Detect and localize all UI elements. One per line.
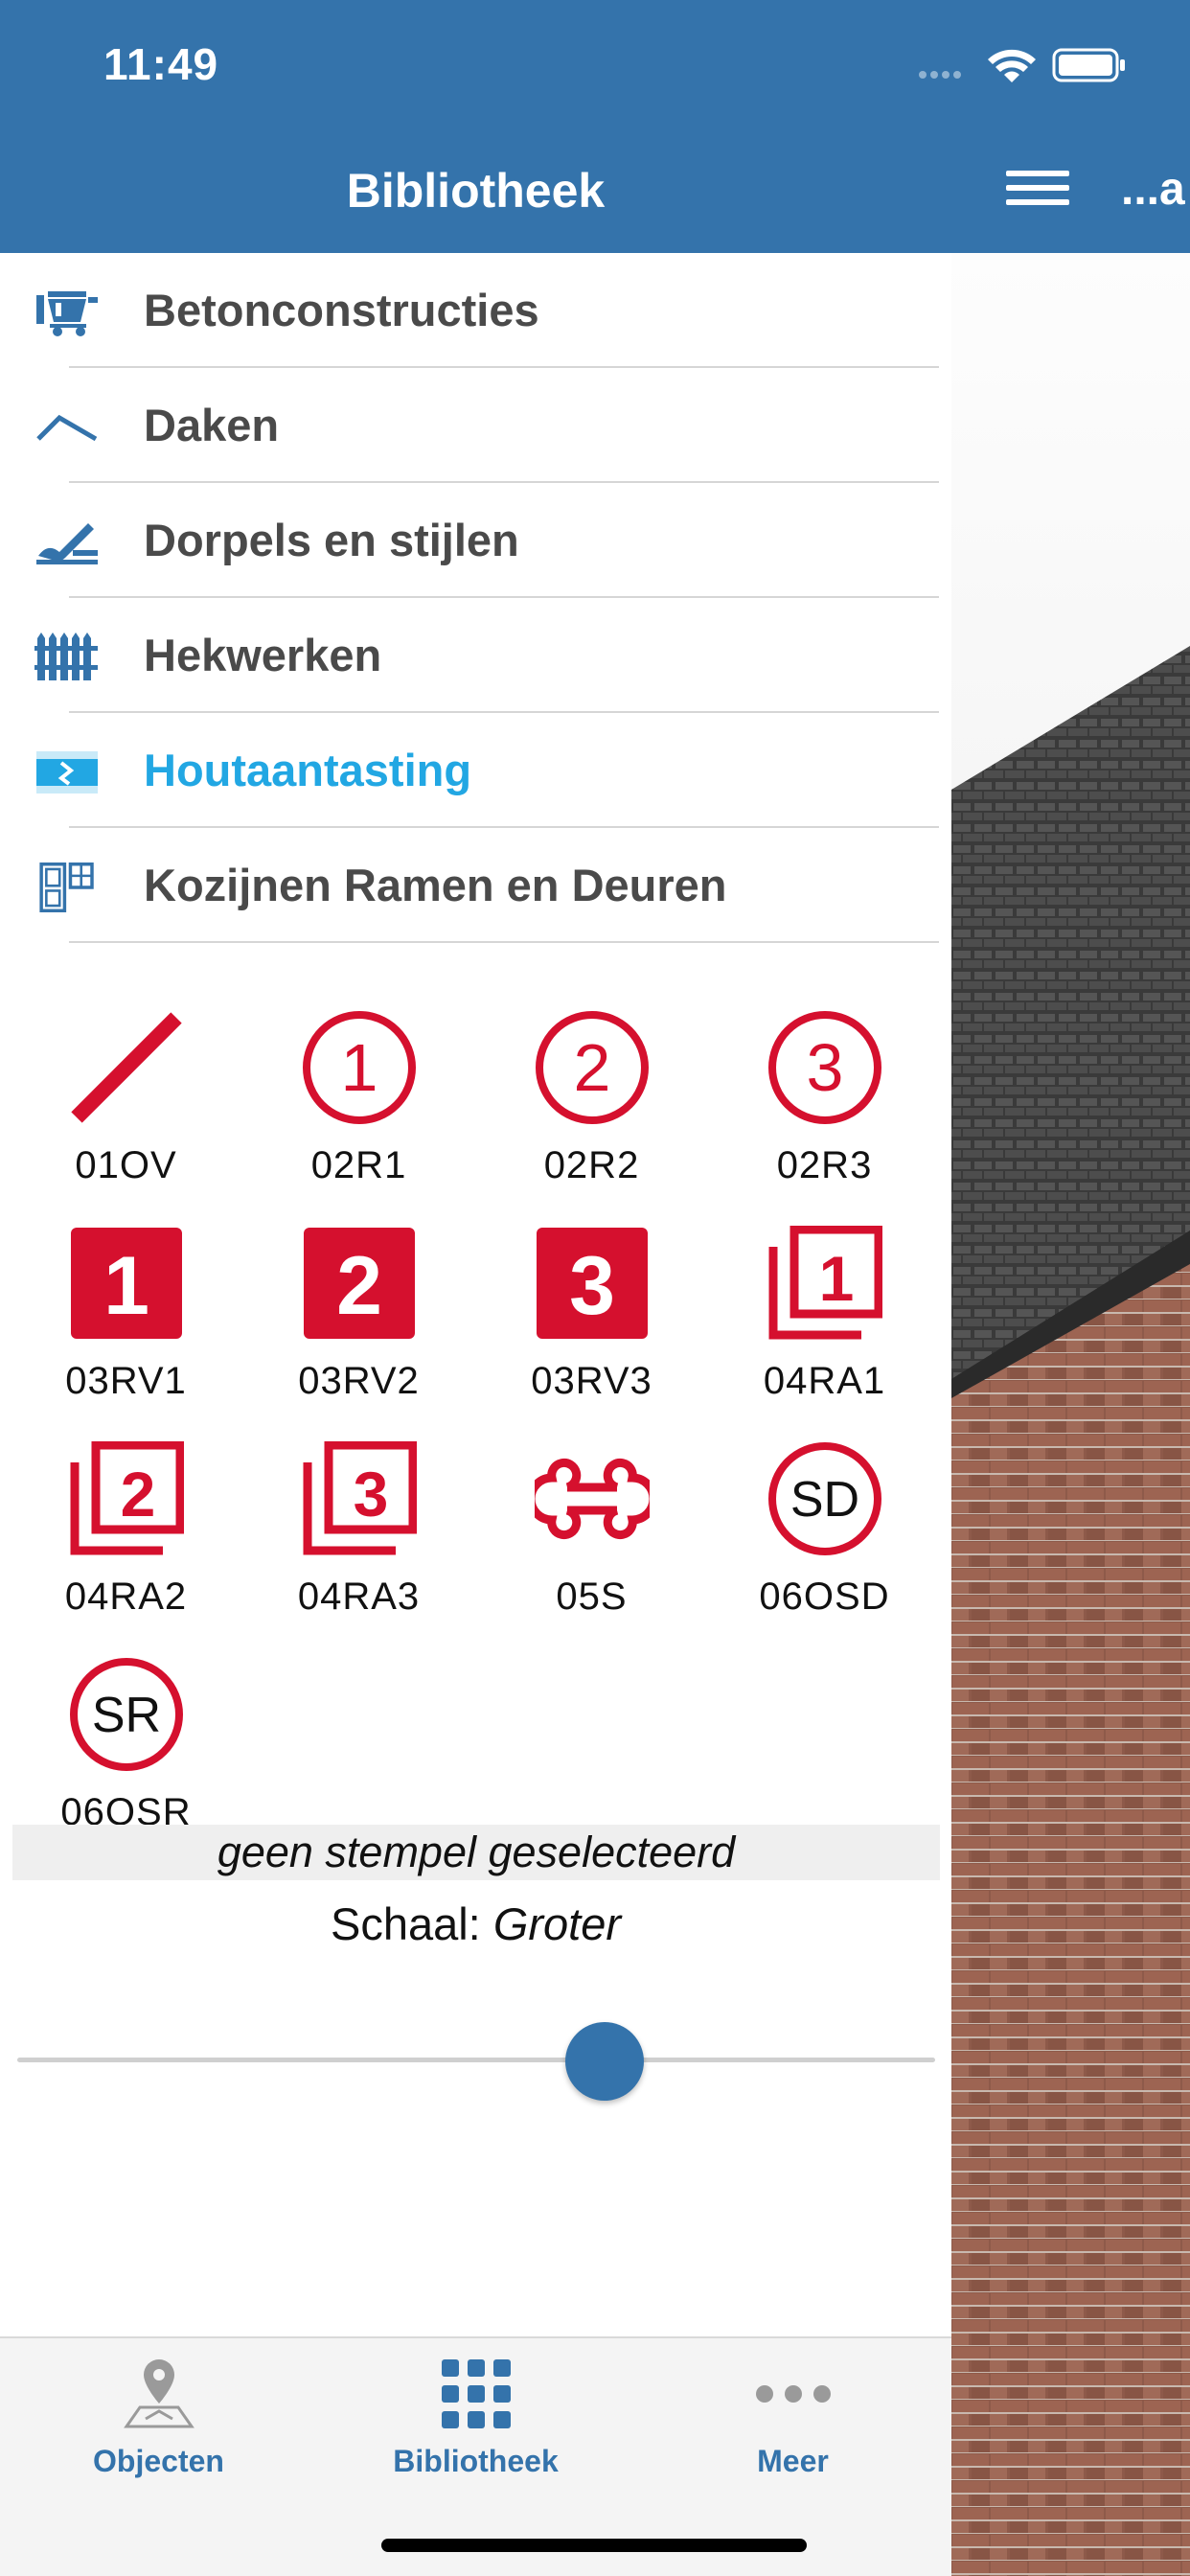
tab-label: Bibliotheek — [393, 2444, 559, 2478]
stamp-code: 04RA2 — [64, 1576, 188, 1618]
tab-label: Objecten — [93, 2444, 224, 2478]
fence-icon — [34, 632, 98, 680]
scale-slider[interactable] — [17, 2022, 935, 2101]
stacked-square-2-icon: 2 — [70, 1441, 184, 1555]
status-icons — [919, 48, 1125, 82]
svg-text:2: 2 — [121, 1459, 156, 1530]
scale-label: Schaal: Groter — [0, 1898, 951, 1950]
category-item-kozijnen[interactable]: Kozijnen Ramen en Deuren — [0, 828, 951, 943]
svg-text:1: 1 — [341, 1030, 378, 1105]
stamp-03RV2[interactable]: 2 03RV2 — [242, 1226, 475, 1441]
stacked-square-1-icon: 1 — [768, 1226, 882, 1340]
hamburger-menu-icon[interactable] — [1006, 171, 1075, 209]
home-indicator — [381, 2539, 807, 2552]
category-item-houtaantasting[interactable]: Houtaantasting — [0, 713, 951, 828]
circle-sr-icon: SR — [70, 1658, 183, 1771]
diagonal-slash-icon — [71, 1012, 182, 1123]
category-list: Betonconstructies Daken Dorpels en stijl… — [0, 253, 951, 943]
category-item-daken[interactable]: Daken — [0, 368, 951, 483]
stamp-code: 01OV — [75, 1144, 177, 1186]
filled-square-2-icon: 2 — [304, 1228, 415, 1339]
stamp-code: 03RV2 — [298, 1360, 420, 1402]
category-label: Houtaantasting — [144, 745, 472, 795]
stamp-code: 03RV1 — [65, 1360, 187, 1402]
stamp-06OSD[interactable]: SD 06OSD — [708, 1441, 941, 1657]
stamp-02R2[interactable]: 2 02R2 — [475, 1010, 708, 1226]
circle-3-icon: 3 — [768, 1011, 881, 1124]
library-panel: Betonconstructies Daken Dorpels en stijl… — [0, 253, 951, 2576]
svg-text:1: 1 — [819, 1243, 855, 1314]
tab-bibliotheek[interactable]: Bibliotheek — [317, 2338, 634, 2492]
circle-sd-icon: SD — [768, 1442, 881, 1555]
stamp-04RA3[interactable]: 3 04RA3 — [242, 1441, 475, 1657]
stamp-code: 02R1 — [310, 1144, 407, 1186]
svg-text:2: 2 — [336, 1240, 382, 1332]
svg-text:SR: SR — [92, 1688, 161, 1743]
overflow-title: ...a — [1121, 164, 1185, 215]
stamp-05S[interactable]: 05S — [475, 1441, 708, 1657]
sill-icon — [36, 523, 98, 564]
stamp-02R1[interactable]: 1 02R1 — [242, 1010, 475, 1226]
stamp-01OV[interactable]: 01OV — [10, 1010, 242, 1226]
scale-label-text: Schaal: — [330, 1898, 481, 1949]
tab-meer[interactable]: Meer — [634, 2338, 951, 2492]
circle-1-icon: 1 — [303, 1011, 416, 1124]
category-label: Kozijnen Ramen en Deuren — [144, 860, 727, 910]
category-label: Daken — [144, 400, 280, 450]
stamp-code: 04RA3 — [297, 1576, 421, 1618]
category-label: Betonconstructies — [144, 285, 539, 335]
more-dots-icon — [756, 2385, 831, 2403]
stamp-04RA2[interactable]: 2 04RA2 — [10, 1441, 242, 1657]
stamp-03RV3[interactable]: 3 03RV3 — [475, 1226, 708, 1441]
stamp-code: 04RA1 — [763, 1360, 886, 1402]
stamp-code: 05S — [556, 1576, 628, 1618]
nav-header: 11:49 Bibliotheek ...a — [0, 0, 1190, 253]
stamp-04RA1[interactable]: 1 04RA1 — [708, 1226, 941, 1441]
stamp-code: 02R3 — [776, 1144, 873, 1186]
window-frame-icon — [39, 862, 94, 912]
category-label: Hekwerken — [144, 630, 382, 680]
status-time: 11:49 — [103, 39, 219, 89]
category-item-hekwerken[interactable]: Hekwerken — [0, 598, 951, 713]
category-item-betonconstructies[interactable]: Betonconstructies — [0, 253, 951, 368]
filled-square-3-icon: 3 — [537, 1228, 648, 1339]
scale-value: Groter — [492, 1898, 622, 1949]
map-pin-icon — [124, 2359, 195, 2428]
grid-dots-icon — [442, 2359, 511, 2428]
wood-decay-icon — [36, 751, 98, 794]
tab-objecten[interactable]: Objecten — [0, 2338, 317, 2492]
svg-text:3: 3 — [807, 1030, 844, 1105]
svg-text:1: 1 — [103, 1240, 149, 1332]
slider-track[interactable] — [17, 2058, 935, 2062]
wifi-icon — [988, 49, 1036, 82]
svg-text:3: 3 — [569, 1240, 615, 1332]
bone-icon — [535, 1458, 650, 1540]
stacked-square-3-icon: 3 — [303, 1441, 417, 1555]
page-title: Bibliotheek — [346, 164, 606, 218]
filled-square-1-icon: 1 — [71, 1228, 182, 1339]
stamp-code: 06OSD — [759, 1576, 890, 1618]
svg-text:2: 2 — [574, 1030, 611, 1105]
concrete-mixer-icon — [36, 291, 98, 336]
roof-icon — [36, 414, 98, 442]
selection-status-bar: geen stempel geselecteerd — [12, 1825, 940, 1880]
circle-2-icon: 2 — [536, 1011, 649, 1124]
category-label: Dorpels en stijlen — [144, 515, 519, 565]
svg-text:SD: SD — [790, 1472, 859, 1528]
svg-text:3: 3 — [354, 1459, 389, 1530]
stamp-02R3[interactable]: 3 02R3 — [708, 1010, 941, 1226]
stamp-03RV1[interactable]: 1 03RV1 — [10, 1226, 242, 1441]
tab-label: Meer — [757, 2444, 829, 2478]
stamp-code: 03RV3 — [531, 1360, 652, 1402]
stamp-code: 02R2 — [543, 1144, 640, 1186]
slider-thumb[interactable] — [565, 2022, 645, 2101]
background-photo — [951, 253, 1190, 2576]
category-item-dorpels[interactable]: Dorpels en stijlen — [0, 483, 951, 598]
battery-icon — [1052, 48, 1125, 82]
